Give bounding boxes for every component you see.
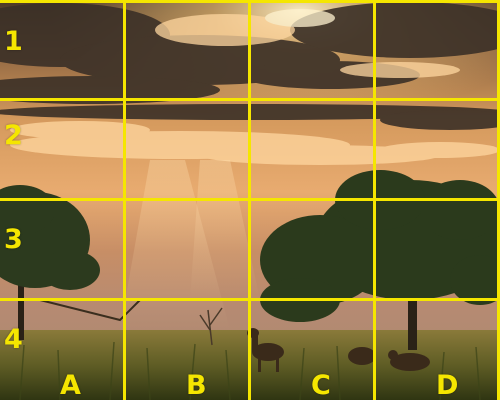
column-label-c: C bbox=[311, 370, 331, 400]
column-label-b: B bbox=[186, 370, 207, 400]
column-label-d: D bbox=[436, 370, 459, 400]
column-label-a: A bbox=[60, 370, 81, 400]
row-label-4: 4 bbox=[4, 324, 23, 355]
row-label-2: 2 bbox=[4, 120, 23, 151]
grid-line-horizontal bbox=[0, 98, 500, 101]
grid-line-horizontal bbox=[0, 0, 500, 3]
grid-line-horizontal bbox=[0, 298, 500, 301]
row-label-3: 3 bbox=[4, 224, 23, 255]
grid-overlay-photo: 1 2 3 4 A B C D bbox=[0, 0, 500, 400]
row-label-1: 1 bbox=[4, 26, 23, 57]
grid-line-horizontal bbox=[0, 198, 500, 201]
